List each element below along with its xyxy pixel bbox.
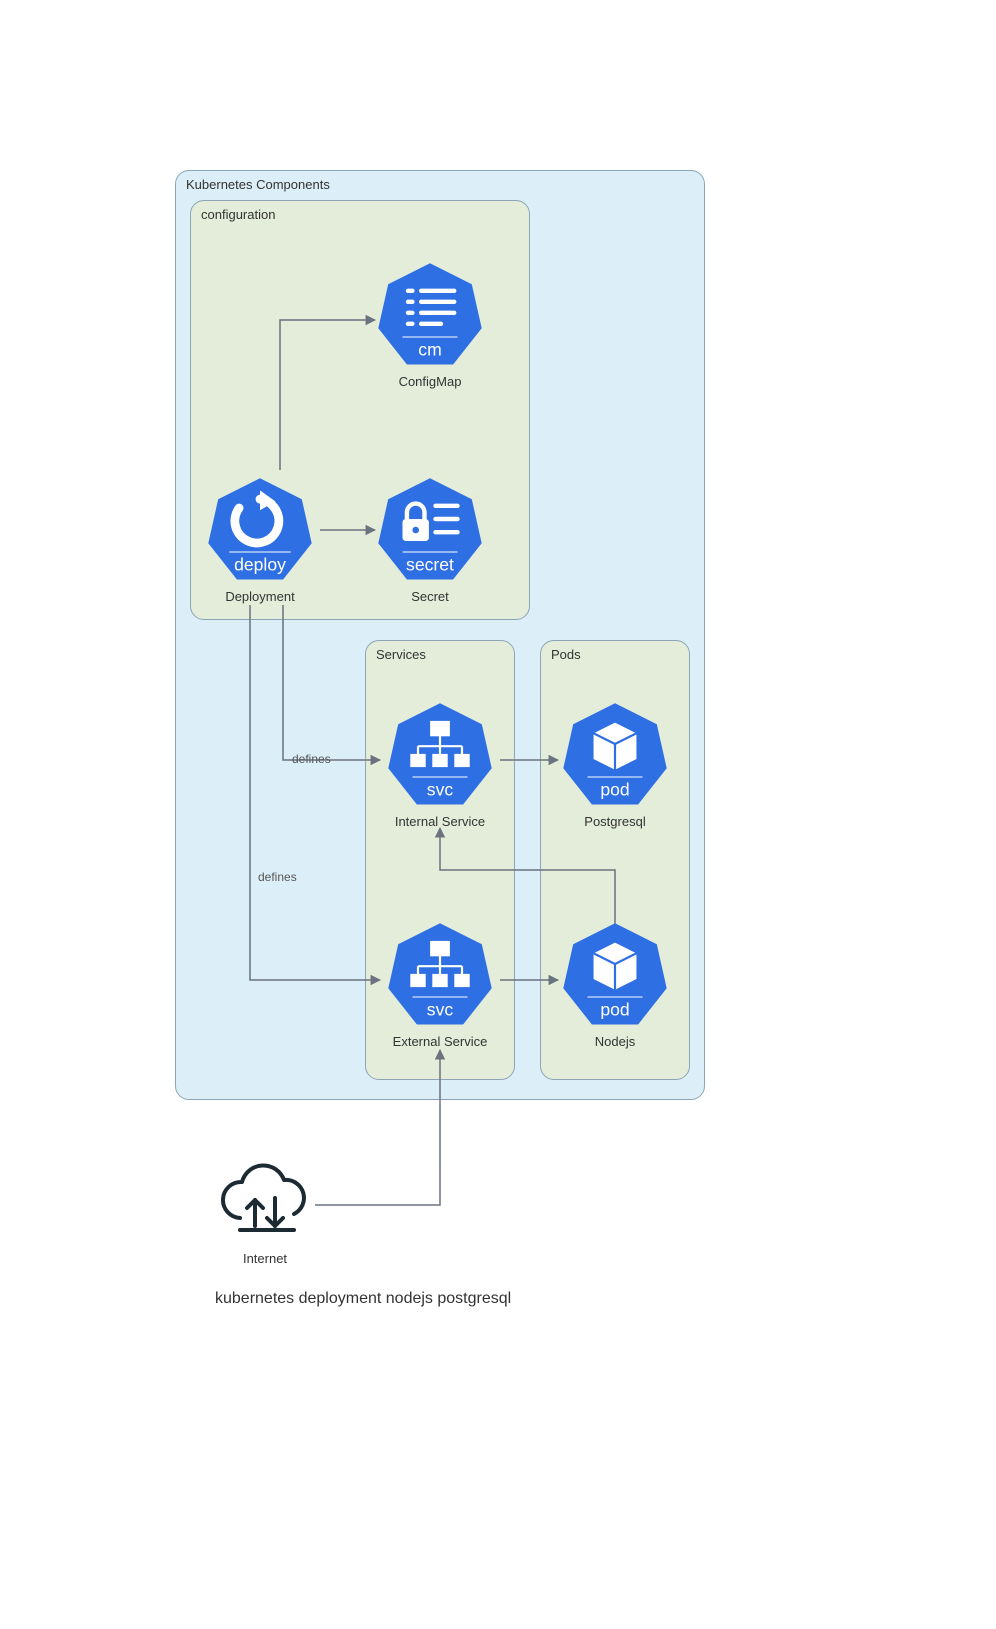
panel-label-pods: Pods <box>551 647 581 662</box>
node-secret: secret Secret <box>375 475 485 604</box>
badge-text: svc <box>427 1000 454 1020</box>
node-label: ConfigMap <box>375 374 485 389</box>
heptagon-icon: pod <box>560 700 670 810</box>
edge-label-defines-1: defines <box>292 752 331 766</box>
node-configmap: cm ConfigMap <box>375 260 485 389</box>
badge-text: secret <box>406 555 454 575</box>
edge-label-defines-2: defines <box>258 870 297 884</box>
heptagon-icon: secret <box>375 475 485 585</box>
cloud-icon <box>210 1160 320 1240</box>
heptagon-icon: svc <box>385 700 495 810</box>
badge-text: pod <box>600 1000 629 1020</box>
badge-text: svc <box>427 780 454 800</box>
node-internet: Internet <box>210 1160 320 1266</box>
panel-label-services: Services <box>376 647 426 662</box>
node-label: Secret <box>375 589 485 604</box>
diagram-caption: kubernetes deployment nodejs postgresql <box>215 1290 511 1308</box>
badge-text: pod <box>600 780 629 800</box>
node-label: Nodejs <box>560 1034 670 1049</box>
node-label: Internet <box>210 1251 320 1266</box>
heptagon-icon: cm <box>375 260 485 370</box>
node-label: Deployment <box>205 589 315 604</box>
node-pod-postgresql: pod Postgresql <box>560 700 670 829</box>
panel-label-outer: Kubernetes Components <box>186 177 330 192</box>
heptagon-icon: pod <box>560 920 670 1030</box>
node-label: Postgresql <box>560 814 670 829</box>
node-external-service: svc External Service <box>385 920 495 1049</box>
node-internal-service: svc Internal Service <box>385 700 495 829</box>
node-label: External Service <box>385 1034 495 1049</box>
badge-text: deploy <box>234 555 286 575</box>
badge-text: cm <box>418 340 441 360</box>
node-label: Internal Service <box>385 814 495 829</box>
diagram-canvas: Kubernetes Components configuration Serv… <box>0 0 996 1629</box>
heptagon-icon: deploy <box>205 475 315 585</box>
node-pod-nodejs: pod Nodejs <box>560 920 670 1049</box>
node-deployment: deploy Deployment <box>205 475 315 604</box>
panel-label-configuration: configuration <box>201 207 275 222</box>
heptagon-icon: svc <box>385 920 495 1030</box>
